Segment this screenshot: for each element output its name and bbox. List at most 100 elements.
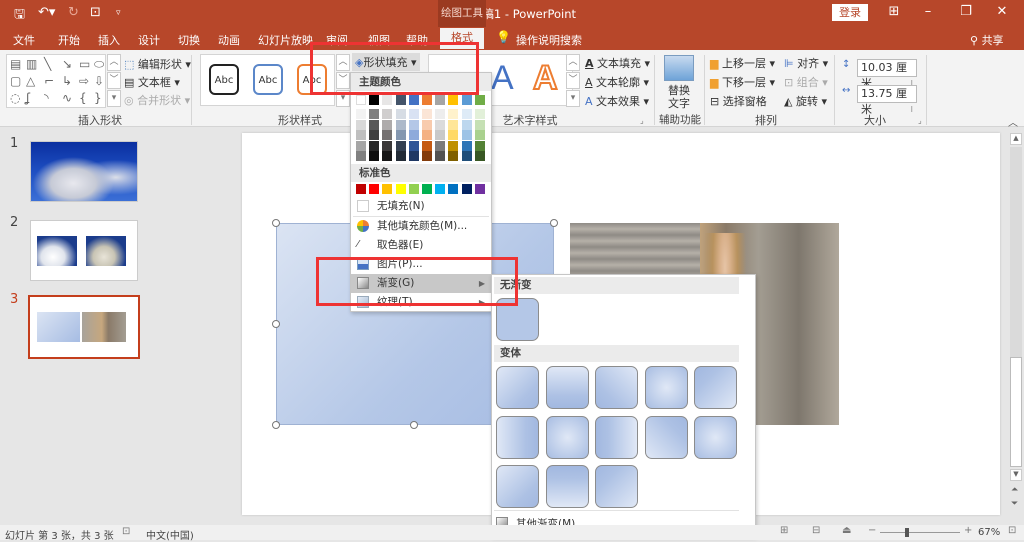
shape-arc-icon[interactable]: ◝ <box>44 91 49 105</box>
tab-slideshow[interactable]: 幻灯片放映 <box>258 32 313 48</box>
zoom-slider-thumb[interactable] <box>904 528 909 537</box>
text-outline-button[interactable]: A 文本轮廓 ▾ <box>585 74 649 90</box>
shape-line-icon[interactable]: ╲ <box>44 57 51 71</box>
align-button[interactable]: ⊫ 对齐 ▾ <box>784 55 828 71</box>
theme-color-shade-swatch[interactable] <box>382 109 393 119</box>
theme-color-shade-swatch[interactable] <box>382 140 393 151</box>
resize-handle[interactable] <box>410 421 418 429</box>
theme-color-shade-swatch[interactable] <box>435 119 446 130</box>
width-spinner[interactable]: ⁝ <box>910 102 913 118</box>
slide-thumbnail-2[interactable] <box>30 220 138 281</box>
edit-shape-button[interactable]: ⬚ 编辑形状 ▾ <box>124 56 191 72</box>
text-box-button[interactable]: ▤ 文本框 ▾ <box>124 74 180 90</box>
standard-color-swatch[interactable] <box>356 184 366 194</box>
theme-color-shade-swatch[interactable] <box>408 119 419 130</box>
alt-text-label-2[interactable]: 文字 <box>668 95 690 111</box>
theme-color-shade-swatch[interactable] <box>461 151 472 161</box>
scrollbar-thumb[interactable] <box>1010 357 1022 467</box>
wordart-sample-orange[interactable]: A <box>532 58 559 98</box>
shapes-scroll-up[interactable]: ︿ <box>107 54 121 71</box>
theme-color-shade-swatch[interactable] <box>461 140 472 151</box>
slide-thumbnail-3[interactable] <box>28 295 140 359</box>
standard-color-swatch[interactable] <box>435 184 446 194</box>
tab-file[interactable]: 文件 <box>13 32 35 48</box>
style-sample-blue[interactable]: Abc <box>253 64 283 95</box>
theme-color-swatch[interactable] <box>474 95 485 105</box>
theme-color-shade-swatch[interactable] <box>474 109 485 119</box>
theme-color-shade-swatch[interactable] <box>356 151 366 161</box>
shape-right-arrow-icon[interactable]: ⇨ <box>79 74 89 88</box>
slideshow-view-icon[interactable]: ⏏ <box>842 525 851 536</box>
standard-color-swatch[interactable] <box>448 184 459 194</box>
theme-color-swatch[interactable] <box>422 95 432 105</box>
gradient-variant-swatch[interactable] <box>545 366 589 409</box>
send-backward-button[interactable]: ▆ 下移一层 ▾ <box>710 74 775 90</box>
theme-color-shade-swatch[interactable] <box>461 109 472 119</box>
shape-textbox-icon[interactable]: ▤ <box>10 57 21 71</box>
size-dialog-launcher-icon[interactable]: ⌟ <box>918 116 922 125</box>
theme-color-shade-swatch[interactable] <box>356 140 366 151</box>
tab-animations[interactable]: 动画 <box>218 32 240 48</box>
theme-color-shade-swatch[interactable] <box>369 151 380 161</box>
shape-freeform-icon[interactable]: ◌ <box>10 91 20 105</box>
zoom-slider-track[interactable] <box>880 532 960 533</box>
theme-color-swatch[interactable] <box>435 95 446 105</box>
theme-color-swatch[interactable] <box>461 95 472 105</box>
fit-to-window-icon[interactable]: ⊡ <box>1008 525 1016 536</box>
theme-color-shade-swatch[interactable] <box>356 130 366 140</box>
tab-transitions[interactable]: 切换 <box>178 32 200 48</box>
theme-color-swatch[interactable] <box>382 95 393 105</box>
gradient-variant-swatch[interactable] <box>595 465 638 508</box>
shapes-scroll-down[interactable]: ﹀ <box>107 72 121 89</box>
theme-color-shade-swatch[interactable] <box>461 130 472 140</box>
theme-color-shade-swatch[interactable] <box>422 151 432 161</box>
theme-color-shade-swatch[interactable] <box>448 109 459 119</box>
shape-left-brace-icon[interactable]: { <box>79 91 87 105</box>
theme-color-shade-swatch[interactable] <box>395 140 406 151</box>
theme-color-shade-swatch[interactable] <box>408 140 419 151</box>
shape-oval-icon[interactable]: ⬭ <box>94 57 104 72</box>
theme-color-shade-swatch[interactable] <box>448 140 459 151</box>
login-button[interactable]: 登录 <box>832 4 868 21</box>
theme-color-shade-swatch[interactable] <box>369 119 380 130</box>
theme-color-shade-swatch[interactable] <box>474 140 485 151</box>
style-sample-dark[interactable]: Abc <box>209 64 239 95</box>
gradient-variant-swatch[interactable] <box>545 415 589 459</box>
scrollbar-track[interactable] <box>1010 147 1022 357</box>
maximize-icon[interactable]: ❐ <box>956 4 976 19</box>
theme-color-shade-swatch[interactable] <box>435 109 446 119</box>
shape-rectangle-icon[interactable]: ▭ <box>79 57 90 71</box>
theme-color-swatch[interactable] <box>448 95 459 105</box>
more-fill-colors-item[interactable]: 其他填充颜色(M)... <box>351 217 491 236</box>
theme-color-shade-swatch[interactable] <box>422 119 432 130</box>
shape-rounded-rect-icon[interactable]: ▢ <box>10 74 21 88</box>
standard-color-swatch[interactable] <box>395 184 406 194</box>
standard-color-swatch[interactable] <box>369 184 380 194</box>
shape-height-input[interactable]: 10.03 厘米 ⁝ <box>857 59 917 90</box>
tell-me-search[interactable]: 操作说明搜索 <box>516 32 582 48</box>
standard-color-swatch[interactable] <box>408 184 419 194</box>
theme-color-shade-swatch[interactable] <box>369 109 380 119</box>
theme-color-shade-swatch[interactable] <box>448 151 459 161</box>
theme-color-shade-swatch[interactable] <box>369 130 380 140</box>
shape-right-brace-icon[interactable]: } <box>94 91 102 105</box>
alt-text-icon[interactable] <box>664 55 694 81</box>
wordart-scroll-up[interactable]: ︿ <box>566 54 580 71</box>
next-slide-icon[interactable]: ⏷ <box>1011 499 1018 509</box>
theme-color-shade-swatch[interactable] <box>435 140 446 151</box>
vertical-scrollbar[interactable]: ▲ ▼ ⏶ ⏷ <box>1008 127 1024 525</box>
theme-color-shade-swatch[interactable] <box>435 130 446 140</box>
theme-color-shade-swatch[interactable] <box>474 119 485 130</box>
tab-design[interactable]: 设计 <box>138 32 160 48</box>
previous-slide-icon[interactable]: ⏶ <box>1011 485 1018 495</box>
zoom-out-icon[interactable]: − <box>868 525 876 536</box>
theme-color-shade-swatch[interactable] <box>474 151 485 161</box>
scroll-down-icon[interactable]: ▼ <box>1010 469 1022 481</box>
rotate-button[interactable]: ◭ 旋转 ▾ <box>784 93 827 109</box>
gradient-variant-swatch[interactable] <box>595 415 638 459</box>
shape-width-input[interactable]: 13.75 厘米 ⁝ <box>857 85 917 116</box>
text-fill-button[interactable]: A 文本填充 ▾ <box>585 55 650 71</box>
shape-triangle-icon[interactable]: △ <box>26 74 35 88</box>
theme-color-swatch[interactable] <box>369 95 380 105</box>
theme-color-shade-swatch[interactable] <box>448 119 459 130</box>
